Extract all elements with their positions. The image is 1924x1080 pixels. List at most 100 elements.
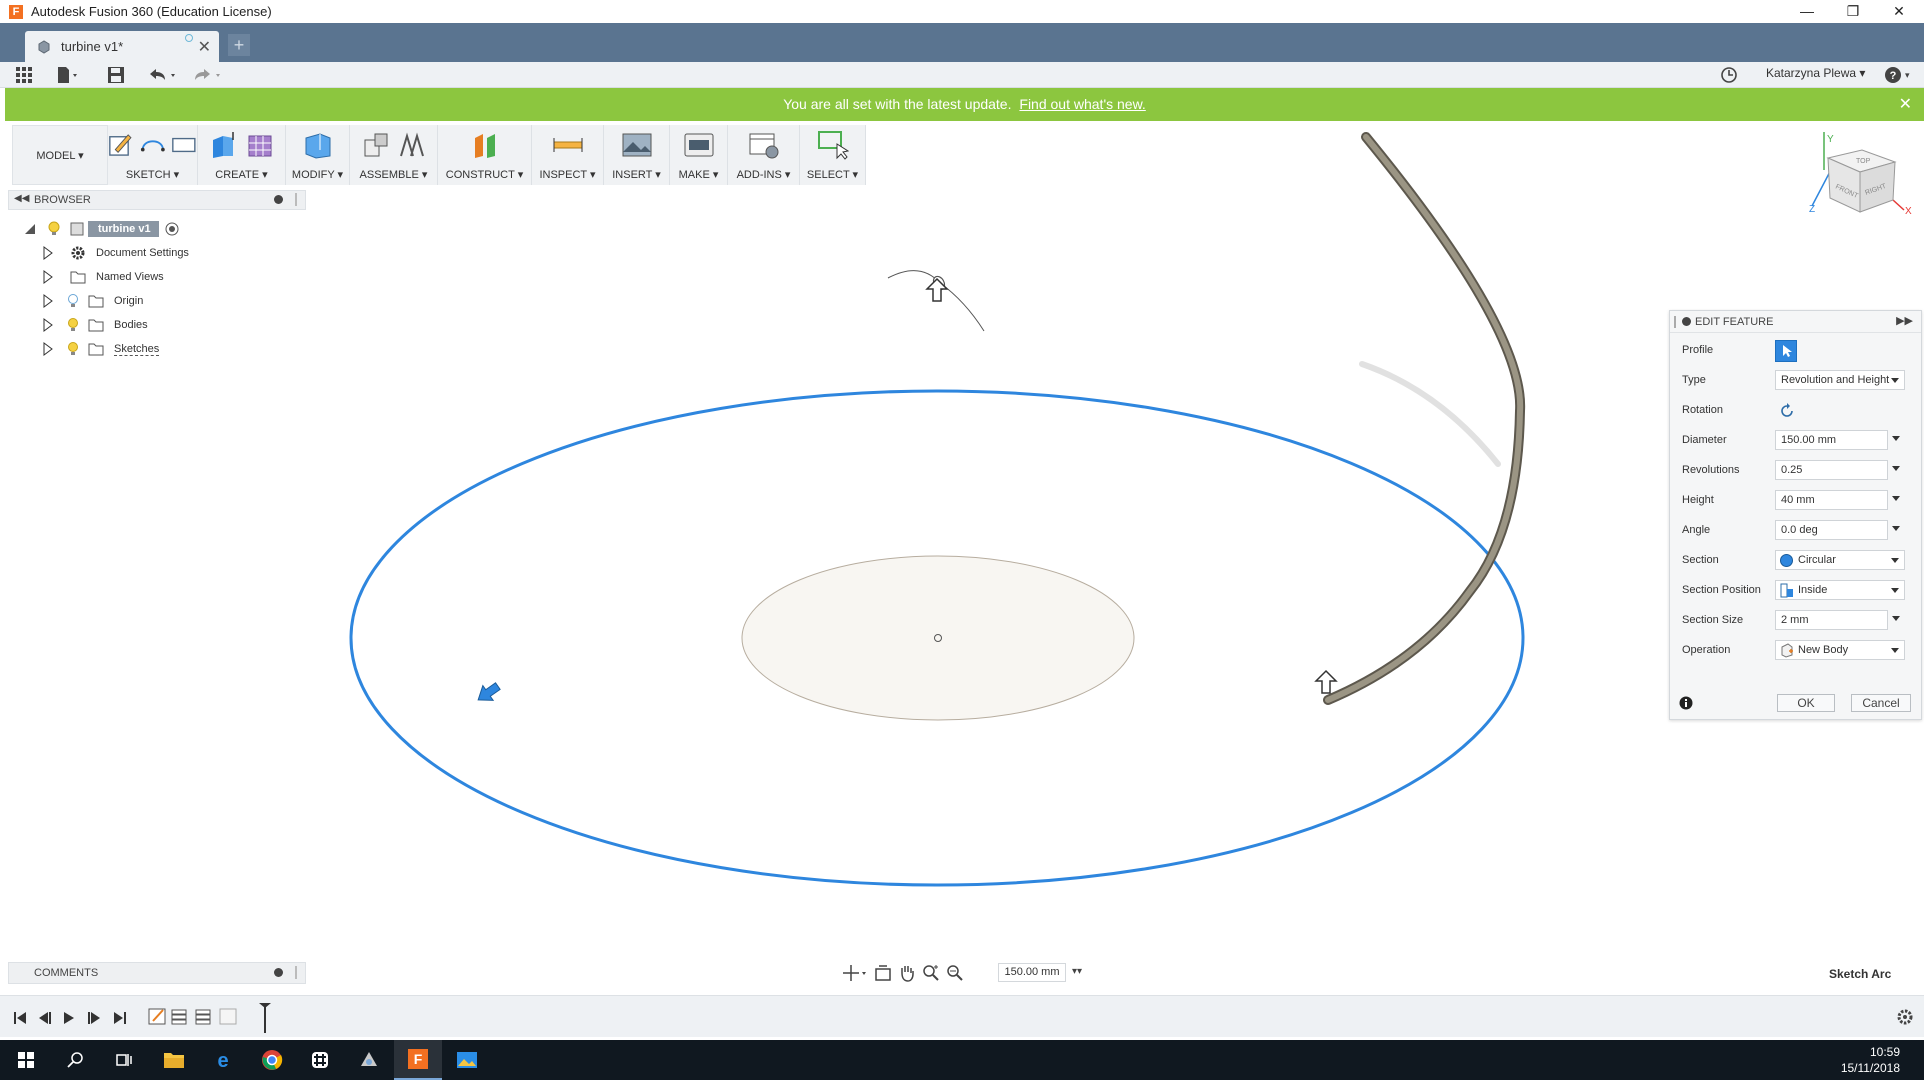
section-position-dropdown[interactable]: Inside (1775, 580, 1905, 600)
taskbar-edge[interactable]: e (199, 1040, 247, 1080)
system-clock[interactable]: 10:59 15/11/2018 (1841, 1044, 1900, 1076)
collapsed-triangle-icon[interactable] (42, 318, 54, 332)
dialog-drag-handle[interactable] (1674, 316, 1676, 328)
orbit-icon[interactable] (842, 964, 868, 982)
close-window-button[interactable]: ✕ (1876, 0, 1922, 23)
browser-options-icon[interactable] (274, 195, 283, 204)
lightbulb-icon[interactable] (66, 341, 80, 357)
browser-item-bodies[interactable]: Bodies (42, 315, 148, 335)
taskbar-slack[interactable] (296, 1040, 344, 1080)
save-button[interactable] (107, 65, 125, 85)
create-group[interactable]: CREATE ▾ (198, 125, 286, 185)
sketch-group[interactable]: SKETCH ▾ (108, 125, 198, 185)
pan-hand-icon[interactable] (898, 963, 916, 983)
chevron-down-icon[interactable] (1892, 496, 1900, 501)
dialog-title-bar[interactable]: EDIT FEATURE ▶▶ (1670, 311, 1921, 333)
activate-radio-icon[interactable] (165, 222, 179, 236)
lightbulb-off-icon[interactable] (66, 293, 80, 309)
zoom-dropdown-icon[interactable]: ▾▾ (1072, 966, 1082, 977)
step-back-icon[interactable] (39, 1012, 51, 1024)
chevron-down-icon[interactable] (1892, 616, 1900, 621)
profile-selector-button[interactable] (1775, 340, 1797, 362)
canvas-viewport[interactable] (0, 121, 1924, 987)
section-dropdown[interactable]: Circular (1775, 550, 1905, 570)
browser-item-origin[interactable]: Origin (42, 291, 143, 311)
chevron-down-icon[interactable] (1892, 436, 1900, 441)
inspect-group[interactable]: INSPECT ▾ (532, 125, 604, 185)
construct-group[interactable]: CONSTRUCT ▾ (438, 125, 532, 185)
taskbar-photos[interactable] (443, 1040, 491, 1080)
modify-group[interactable]: MODIFY ▾ (286, 125, 350, 185)
add-ins-group[interactable]: ADD-INS ▾ (728, 125, 800, 185)
taskbar-file-explorer[interactable] (150, 1040, 198, 1080)
collapsed-triangle-icon[interactable] (42, 246, 54, 260)
diameter-input[interactable]: 150.00 mm (1775, 430, 1888, 450)
close-banner-icon[interactable]: ✕ (1899, 88, 1912, 121)
browser-pin-icon[interactable] (295, 193, 297, 206)
go-to-start-icon[interactable] (14, 1012, 26, 1024)
collapsed-triangle-icon[interactable] (42, 342, 54, 356)
play-icon[interactable] (64, 1012, 74, 1024)
rotation-direction-icon[interactable] (1778, 402, 1796, 420)
browser-panel-header[interactable]: ◀◀ BROWSER (8, 190, 306, 210)
start-button[interactable] (2, 1040, 50, 1080)
diameter-manipulator-arrow[interactable] (473, 679, 503, 708)
redo-button[interactable] (192, 65, 224, 85)
timeline-marker-icon[interactable] (258, 1002, 272, 1034)
taskbar-app[interactable] (345, 1040, 393, 1080)
make-group[interactable]: MAKE ▾ (670, 125, 728, 185)
add-comment-icon[interactable] (274, 968, 283, 977)
file-menu-button[interactable] (56, 65, 80, 85)
collapse-browser-icon[interactable]: ◀◀ (14, 193, 29, 204)
browser-item-document-settings[interactable]: Document Settings (42, 243, 189, 263)
zoom-value-field[interactable]: 150.00 mm (998, 963, 1066, 982)
operation-dropdown[interactable]: New Body (1775, 640, 1905, 660)
task-view-button[interactable] (100, 1040, 148, 1080)
dialog-collapse-icon[interactable] (1682, 317, 1691, 326)
sketch-feature-icon[interactable] (148, 1008, 166, 1025)
insert-group[interactable]: INSERT ▾ (604, 125, 670, 185)
browser-item-sketches[interactable]: Sketches (42, 339, 160, 359)
help-button[interactable]: ? ▾ (1884, 65, 1910, 85)
cancel-button[interactable]: Cancel (1851, 694, 1911, 712)
close-tab-icon[interactable]: ✕ (198, 37, 211, 57)
profile-disc[interactable] (741, 555, 1135, 721)
angle-input[interactable]: 0.0 deg (1775, 520, 1888, 540)
user-account-menu[interactable]: Katarzyna Plewa ▾ (1766, 66, 1865, 80)
feature-stack-icon[interactable] (171, 1009, 187, 1025)
assemble-group[interactable]: ASSEMBLE ▾ (350, 125, 438, 185)
height-input[interactable]: 40 mm (1775, 490, 1888, 510)
coil-body[interactable] (1323, 132, 1526, 705)
select-group[interactable]: SELECT ▾ (800, 125, 866, 185)
go-to-end-icon[interactable] (114, 1012, 126, 1024)
lightbulb-icon[interactable] (66, 317, 80, 333)
taskbar-chrome[interactable] (248, 1040, 296, 1080)
document-tab[interactable]: turbine v1* ✕ (25, 31, 219, 62)
collapsed-triangle-icon[interactable] (42, 270, 54, 284)
job-status-button[interactable] (1720, 65, 1738, 85)
taskbar-fusion-360[interactable]: F (394, 1040, 442, 1080)
undo-button[interactable] (147, 65, 179, 85)
section-size-input[interactable]: 2 mm (1775, 610, 1888, 630)
comments-panel-header[interactable]: COMMENTS (8, 962, 306, 984)
lightbulb-icon[interactable] (46, 221, 62, 237)
chevron-down-icon[interactable] (1892, 466, 1900, 471)
step-forward-icon[interactable] (88, 1012, 100, 1024)
end-manipulator-arrow[interactable] (1314, 669, 1338, 694)
info-icon[interactable] (1679, 696, 1693, 710)
comments-pin-icon[interactable] (295, 966, 297, 979)
browser-root-item[interactable]: turbine v1 (24, 219, 179, 239)
type-dropdown[interactable]: Revolution and Height (1775, 370, 1905, 390)
collapsed-triangle-icon[interactable] (42, 294, 54, 308)
expand-dialog-icon[interactable]: ▶▶ (1896, 314, 1913, 327)
search-button[interactable] (52, 1040, 100, 1080)
viewcube[interactable]: Y Z X TOP FRONT RIGHT (1800, 130, 1912, 230)
restore-button[interactable]: ❐ (1830, 0, 1876, 23)
ok-button[interactable]: OK (1777, 694, 1835, 712)
zoom-icon[interactable] (922, 964, 940, 982)
revolutions-input[interactable]: 0.25 (1775, 460, 1888, 480)
chevron-down-icon[interactable] (1892, 526, 1900, 531)
fit-icon[interactable] (946, 964, 964, 982)
sketch-feature-icon[interactable] (219, 1008, 237, 1025)
minimize-button[interactable]: — (1784, 0, 1830, 23)
